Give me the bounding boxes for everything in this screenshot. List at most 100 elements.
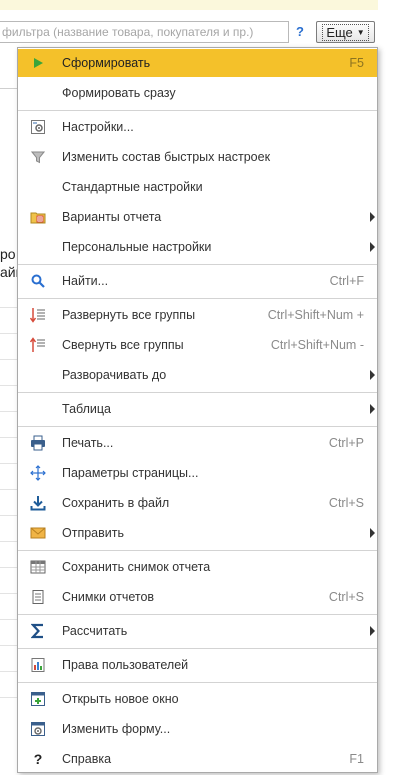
expand-groups-icon: [30, 307, 46, 323]
menu-item-label: Справка: [62, 752, 112, 766]
menu-separator: [18, 110, 377, 111]
search-input[interactable]: фильтра (название товара, покупателя и п…: [0, 21, 289, 43]
menu-item-expand-to[interactable]: Разворачивать до: [18, 361, 377, 389]
menu-separator: [18, 682, 377, 683]
snapshots-icon: [30, 589, 46, 605]
menu-item-settings[interactable]: Настройки...: [18, 113, 377, 141]
snapshot-save-icon: [30, 559, 46, 575]
menu-item-user-rights[interactable]: Права пользователей: [18, 651, 377, 679]
menu-item-personal-settings[interactable]: Персональные настройки: [18, 233, 377, 261]
menu-item-label: Сформировать: [62, 56, 151, 70]
menu-item-label: Таблица: [62, 402, 112, 416]
table-row: [0, 359, 18, 360]
menu-separator: [18, 648, 377, 649]
menu-item-table[interactable]: Таблица: [18, 395, 377, 423]
menu-item-send[interactable]: Отправить: [18, 519, 377, 547]
more-button-label: Еще: [326, 24, 353, 40]
menu-item-change-form[interactable]: Изменить форму...: [18, 715, 377, 743]
menu-item-label: Сохранить снимок отчета: [62, 560, 211, 574]
menu-item-label: Варианты отчета: [62, 210, 162, 224]
table-row: [0, 671, 18, 672]
user-rights-icon: [30, 657, 46, 673]
menu-item-label: Рассчитать: [62, 624, 128, 638]
submenu-arrow-icon: [370, 370, 375, 380]
menu-item-shortcut: Ctrl+Shift+Num +: [267, 308, 364, 322]
table-row: [0, 541, 18, 542]
report-variants-icon: [30, 209, 46, 225]
mail-icon: [30, 525, 46, 541]
menu-item-shortcut: Ctrl+S: [328, 496, 364, 510]
search-icon: [30, 273, 46, 289]
table-row: [0, 463, 18, 464]
save-file-icon: [30, 495, 46, 511]
menu-item-label: Разворачивать до: [62, 368, 167, 382]
menu-item-label: Изменить форму...: [62, 722, 171, 736]
menu-item-open-new-window[interactable]: Открыть новое окно: [18, 685, 377, 713]
menu-item-shortcut: Ctrl+P: [328, 436, 364, 450]
help-icon: ?: [33, 751, 43, 767]
more-button[interactable]: Еще ▼: [316, 21, 375, 43]
menu-item-label: Свернуть все группы: [62, 338, 184, 352]
menu-item-save-to-file[interactable]: Сохранить в файл Ctrl+S: [18, 489, 377, 517]
menu-item-calculate[interactable]: Рассчитать: [18, 617, 377, 645]
menu-item-shortcut: F5: [349, 56, 364, 70]
menu-item-help[interactable]: ? Справка F1: [18, 745, 377, 773]
menu-item-report-variants[interactable]: Варианты отчета: [18, 203, 377, 231]
menu-item-label: Печать...: [62, 436, 114, 450]
menu-item-find[interactable]: Найти... Ctrl+F: [18, 267, 377, 295]
table-row: [0, 437, 18, 438]
menu-item-save-report-snapshot[interactable]: Сохранить снимок отчета: [18, 553, 377, 581]
menu-item-label: Найти...: [62, 274, 109, 288]
menu-item-shortcut: Ctrl+F: [329, 274, 364, 288]
menu-item-label: Отправить: [62, 526, 124, 540]
menu-item-collapse-all-groups[interactable]: Свернуть все группы Ctrl+Shift+Num -: [18, 331, 377, 359]
sigma-icon: [30, 623, 46, 639]
table-row: [0, 567, 18, 568]
menu-separator: [18, 550, 377, 551]
table-row: [0, 593, 18, 594]
menu-item-expand-all-groups[interactable]: Развернуть все группы Ctrl+Shift+Num +: [18, 301, 377, 329]
menu-separator: [18, 298, 377, 299]
table-row: [0, 385, 18, 386]
change-form-icon: [30, 721, 46, 737]
table-row: [0, 515, 18, 516]
menu-item-generate-immediately[interactable]: Формировать сразу: [18, 79, 377, 107]
filter-icon: [30, 149, 46, 165]
menu-item-label: Снимки отчетов: [62, 590, 155, 604]
menu-separator: [18, 392, 377, 393]
submenu-arrow-icon: [370, 626, 375, 636]
table-row: [0, 307, 18, 308]
menu-item-report-snapshots[interactable]: Снимки отчетов Ctrl+S: [18, 583, 377, 611]
menu-separator: [18, 614, 377, 615]
submenu-arrow-icon: [370, 212, 375, 222]
menu-separator: [18, 426, 377, 427]
submenu-arrow-icon: [370, 404, 375, 414]
print-icon: [30, 435, 46, 451]
submenu-arrow-icon: [370, 528, 375, 538]
menu-item-label: Сохранить в файл: [62, 496, 170, 510]
table-row: [0, 411, 18, 412]
menu-item-shortcut: Ctrl+Shift+Num -: [270, 338, 364, 352]
menu-item-label: Параметры страницы...: [62, 466, 199, 480]
menu-item-quick-settings[interactable]: Изменить состав быстрых настроек: [18, 143, 377, 171]
table-row: [0, 645, 18, 646]
menu-item-label: Развернуть все группы: [62, 308, 196, 322]
menu-item-label: Открыть новое окно: [62, 692, 179, 706]
divider: [0, 88, 18, 89]
top-strip: [0, 0, 378, 10]
menu-item-label: Персональные настройки: [62, 240, 212, 254]
report-text-fragment: ро: [0, 246, 16, 262]
menu-item-label: Настройки...: [62, 120, 134, 134]
collapse-groups-icon: [30, 337, 46, 353]
submenu-arrow-icon: [370, 242, 375, 252]
chevron-down-icon: ▼: [356, 27, 365, 37]
menu-separator: [18, 264, 377, 265]
menu-item-print[interactable]: Печать... Ctrl+P: [18, 429, 377, 457]
page-setup-icon: [30, 465, 46, 481]
menu-item-standard-settings[interactable]: Стандартные настройки: [18, 173, 377, 201]
help-button[interactable]: ?: [296, 24, 304, 39]
menu-item-label: Изменить состав быстрых настроек: [62, 150, 271, 164]
menu-item-generate[interactable]: Сформировать F5: [18, 49, 377, 77]
menu-item-page-setup[interactable]: Параметры страницы...: [18, 459, 377, 487]
menu-item-label: Формировать сразу: [62, 86, 176, 100]
